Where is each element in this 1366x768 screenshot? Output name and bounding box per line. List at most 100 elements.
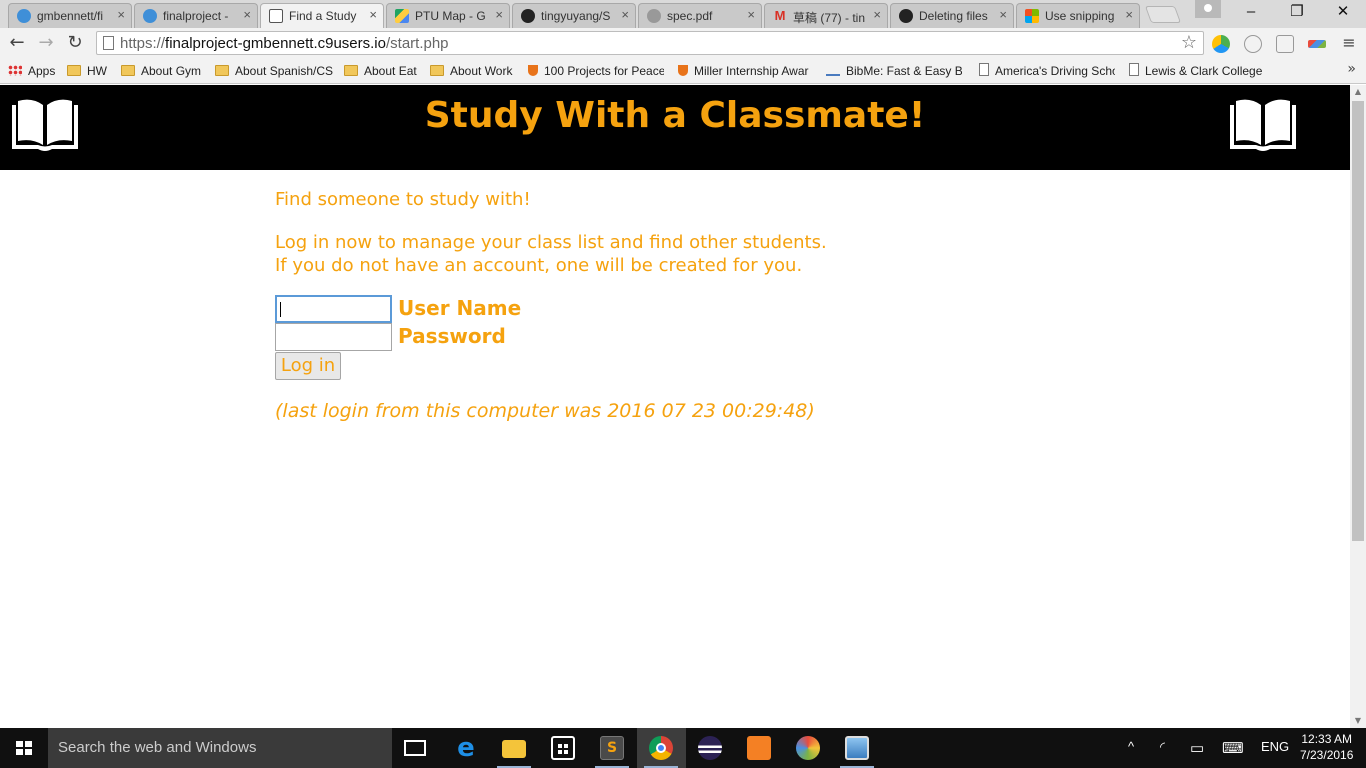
tab-find-a-study[interactable]: Find a Study × [260,3,384,29]
eclipse-icon[interactable] [698,736,722,760]
system-clock[interactable]: 12:33 AM 7/23/2016 [1300,731,1353,763]
book-icon [269,9,283,23]
tab-label: 草稿 (77) - tin [793,11,866,25]
tab-ptu-map[interactable]: PTU Map - G × [386,3,510,28]
close-icon[interactable]: × [999,7,1007,22]
bookmark-100-projects[interactable]: 100 Projects for Peace [528,62,664,80]
tab-deleting-files[interactable]: Deleting files × [890,3,1014,28]
sublime-text-icon[interactable]: S [600,736,624,760]
scrollbar-thumb[interactable] [1352,101,1364,541]
reload-button[interactable]: ↻ [64,32,86,54]
taskbar-search[interactable]: Search the web and Windows [48,728,392,768]
tab-tingyuyang[interactable]: tingyuyang/S × [512,3,636,28]
bookmark-label: About Work [450,64,513,78]
edge-icon[interactable]: e [454,735,478,761]
bookmark-lewis-clark[interactable]: Lewis & Clark College [1129,62,1262,80]
google-drive-icon [395,9,409,23]
tab-gmbennett[interactable]: gmbennett/fi × [8,3,132,28]
tab-use-snipping[interactable]: Use snipping × [1016,3,1140,28]
bookmark-folder-gym[interactable]: About Gym [121,62,201,80]
new-tab-button[interactable] [1144,6,1182,23]
bookmark-folder-hw[interactable]: HW [67,62,107,80]
tab-gmail[interactable]: M 草稿 (77) - tin × [764,3,888,28]
close-icon[interactable]: × [747,7,755,22]
bookmark-folder-eat[interactable]: About Eat [344,62,417,80]
page-icon [979,63,989,76]
back-button[interactable]: ← [6,32,28,54]
cloud9-icon [143,9,157,23]
folder-icon [121,65,135,76]
app-icon[interactable] [747,736,771,760]
file-explorer-icon[interactable] [502,740,526,758]
extension-icon[interactable] [1244,35,1262,53]
folder-icon [215,65,229,76]
chevron-up-icon[interactable]: ^ [1128,739,1134,754]
close-icon[interactable]: × [117,7,125,22]
page-icon [1129,63,1139,76]
task-view-icon[interactable] [404,740,426,756]
username-label: User Name [398,296,522,320]
last-login-text: (last login from this computer was 2016 … [275,400,815,422]
username-input[interactable] [275,295,392,323]
page-info-icon[interactable] [103,36,114,50]
bookmark-americas-driving[interactable]: America's Driving Scho [979,62,1115,80]
restore-button[interactable]: ❐ [1274,0,1320,26]
bookmark-star-icon[interactable]: ☆ [1181,32,1197,53]
login-button[interactable]: Log in [275,352,341,380]
scroll-up-icon[interactable]: ▲ [1350,85,1366,99]
bookmark-apps[interactable]: Apps [8,62,55,80]
profile-icon[interactable] [1195,0,1221,18]
vertical-scrollbar[interactable]: ▲ ▼ [1350,85,1366,728]
browser-toolbar: ← → ↻ https://finalproject-gmbennett.c9u… [0,28,1366,58]
scroll-down-icon[interactable]: ▼ [1350,714,1366,728]
tab-label: PTU Map - G [415,9,486,23]
photos-icon[interactable] [845,736,869,760]
clock-date: 7/23/2016 [1300,748,1354,762]
tab-spec-pdf[interactable]: spec.pdf × [638,3,762,28]
cloud9-icon [17,9,31,23]
microsoft-icon [1025,9,1039,23]
store-icon[interactable] [551,736,575,760]
bookmark-folder-work[interactable]: About Work [430,62,512,80]
site-header: Study With a Classmate! [0,85,1350,170]
extension-icon[interactable] [1212,35,1230,53]
pdf-icon [647,9,661,23]
bookmark-label: About Eat [364,64,417,78]
search-placeholder: Search the web and Windows [58,739,257,756]
close-icon[interactable]: × [873,7,881,22]
bookmark-label: About Spanish/CS [235,64,334,78]
bookmark-bibme[interactable]: BibMe: Fast & Easy Bib [826,62,962,80]
folder-icon [344,65,358,76]
close-icon[interactable]: × [369,7,377,22]
close-icon[interactable]: × [1125,7,1133,22]
minimize-button[interactable]: – [1228,0,1274,26]
tab-finalproject[interactable]: finalproject - × [134,3,258,28]
close-icon[interactable]: × [621,7,629,22]
close-icon[interactable]: × [243,7,251,22]
extension-icon[interactable] [1308,40,1326,48]
close-icon[interactable]: × [495,7,503,22]
picasa-icon[interactable] [796,736,820,760]
bookmark-folder-spanish-cs[interactable]: About Spanish/CS [215,62,333,80]
bookmarks-bar: Apps HW About Gym About Spanish/CS About… [0,58,1366,84]
bookmark-label: America's Driving Scho [995,64,1115,78]
keyboard-icon[interactable]: ⌨ [1222,739,1244,757]
url-scheme: https:// [120,35,166,52]
url-text: https://finalproject-gmbennett.c9users.i… [120,35,449,52]
password-input[interactable] [275,323,392,351]
language-indicator[interactable]: ENG [1261,739,1289,754]
notification-icon[interactable]: ▭ [1190,739,1204,757]
close-window-button[interactable]: ✕ [1320,0,1366,26]
clock-time: 12:33 AM [1301,732,1353,746]
address-bar[interactable]: https://finalproject-gmbennett.c9users.i… [96,31,1204,55]
menu-icon[interactable]: ≡ [1338,32,1360,54]
tab-strip: gmbennett/fi × finalproject - × Find a S… [0,0,1366,29]
text-caret [280,302,281,317]
shield-icon[interactable] [1276,35,1294,53]
bookmark-miller-internship[interactable]: Miller Internship Awar [678,62,814,80]
bookmarks-overflow-button[interactable]: » [1347,61,1356,77]
forward-button[interactable]: → [35,32,57,54]
start-button[interactable] [0,728,48,768]
wifi-icon[interactable]: ◜ [1160,739,1165,755]
book-icon [826,68,840,76]
